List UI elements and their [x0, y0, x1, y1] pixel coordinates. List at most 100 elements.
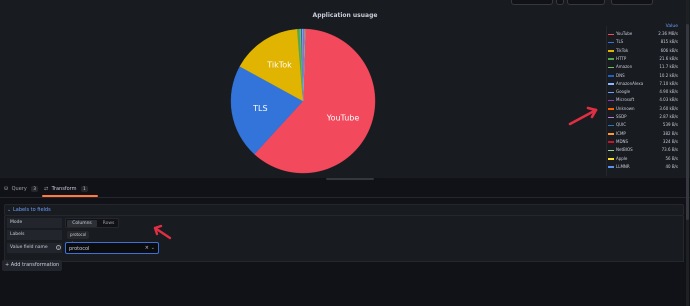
transformation-editor: ⌄ Labels to fields Mode Columns Rows Lab… — [0, 202, 690, 306]
legend-name: LLMNR — [616, 163, 630, 169]
tab-transform-label: Transform — [51, 186, 77, 192]
legend-value: 324 B/s — [662, 138, 678, 144]
annotation-arrow-input — [153, 224, 172, 240]
transformation-title: Labels to fields — [13, 207, 51, 213]
transformation-header[interactable]: ⌄ Labels to fields — [4, 204, 684, 222]
legend-row[interactable]: MDNS 324 B/s — [608, 139, 678, 145]
legend-name: DNS — [616, 72, 625, 78]
legend-row[interactable]: ICMP 382 B/s — [608, 131, 678, 137]
legend-row[interactable]: QUIC 539 B/s — [608, 122, 678, 128]
legend-row[interactable]: SSDP 2.87 kB/s — [608, 114, 678, 120]
legend-swatch — [608, 58, 614, 60]
tab-transform[interactable]: ⇄ Transform 1 — [42, 182, 98, 197]
legend-value: 4.90 kB/s — [659, 89, 678, 95]
legend-row[interactable]: Unknown 3.60 kB/s — [608, 106, 678, 112]
legend-value: 40 B/s — [665, 163, 678, 169]
legend-name: Microsoft — [616, 97, 635, 103]
legend-name: Unknown — [616, 105, 635, 111]
legend-row[interactable]: Microsoft 4.03 kB/s — [608, 97, 678, 103]
value-field-label: Value field name i — [7, 243, 62, 253]
legend-row[interactable]: YouTube 2.36 MB/s — [608, 31, 678, 37]
panel-top-control-mid[interactable] — [556, 0, 564, 5]
tab-query-count: 3 — [31, 186, 38, 192]
legend-name: QUIC — [616, 122, 627, 128]
pane-resize-handle[interactable] — [326, 178, 374, 180]
legend-row[interactable]: LLMNR 40 B/s — [608, 164, 678, 170]
mode-selector: Columns Rows — [65, 218, 119, 228]
editor-tabs: ⛁ Query 3 ⇄ Transform 1 — [0, 178, 690, 198]
label-chip-protocol[interactable]: protocol ✓ — [67, 231, 90, 245]
info-icon[interactable]: i — [56, 245, 61, 250]
legend-row[interactable]: Google 4.90 kB/s — [608, 89, 678, 95]
panel-top-control-left[interactable] — [511, 0, 553, 5]
visualization-panel: Application usuage YouTube TLS TikTok Valu… — [0, 0, 690, 178]
legend-name: NetBIOS — [616, 147, 633, 153]
legend-swatch — [608, 99, 614, 102]
chevron-down-icon[interactable]: ⌄ — [151, 245, 155, 251]
panel-top-control-right[interactable] — [567, 0, 605, 5]
mode-option-rows[interactable]: Rows — [99, 220, 118, 227]
add-transformation-label: Add transformation — [10, 262, 60, 268]
page-scrollbar-thumb[interactable] — [686, 24, 689, 220]
legend-row[interactable]: HTTP 21.6 kB/s — [608, 56, 678, 62]
legend-table: Value YouTube 2.36 MB/s TLS 815 kB/s TikTok 6… — [608, 24, 678, 169]
chevron-down-icon[interactable]: ⌄ — [7, 207, 11, 213]
legend-swatch — [608, 133, 614, 135]
mode-option-columns[interactable]: Columns — [67, 220, 97, 227]
legend-value: 2.87 kB/s — [659, 114, 678, 119]
tab-transform-count: 1 — [81, 186, 88, 192]
legend-value: 11.7 kB/s — [659, 64, 678, 70]
pie-label: YouTube — [326, 113, 360, 122]
add-transformation-button[interactable]: + Add transformation — [2, 260, 63, 271]
legend-value: 10.2 kB/s — [659, 72, 678, 78]
legend-row[interactable]: Apple 56 B/s — [608, 156, 678, 162]
legend-name: AmazonAlexa — [616, 80, 644, 86]
legend-value: 3.60 kB/s — [659, 105, 678, 111]
legend-value: 73.6 B/s — [661, 147, 678, 153]
tab-query-label: Query — [11, 186, 27, 192]
legend-swatch — [608, 108, 614, 110]
legend-row[interactable]: TikTok 606 kB/s — [608, 48, 678, 54]
legend-value: 4.03 kB/s — [659, 97, 678, 103]
value-field-input[interactable] — [69, 245, 139, 252]
database-icon: ⛁ — [4, 186, 9, 192]
panel-top-control-far[interactable] — [611, 0, 653, 5]
legend-swatch — [608, 149, 614, 152]
legend-swatch — [608, 166, 614, 168]
legend-row[interactable]: NetBIOS 73.6 B/s — [608, 147, 678, 153]
tab-query[interactable]: ⛁ Query 3 — [2, 182, 38, 196]
legend-name: HTTP — [616, 55, 627, 61]
legend-header-value[interactable]: Value — [608, 24, 678, 31]
pie-label: TikTok — [266, 61, 292, 70]
legend-row[interactable]: Amazon 11.7 kB/s — [608, 64, 678, 70]
legend-swatch — [608, 33, 614, 35]
legend-swatch — [608, 75, 614, 77]
labels-label: Labels — [7, 230, 62, 240]
legend-name: ICMP — [616, 130, 626, 136]
pie-chart-svg: YouTube TLS TikTok — [230, 28, 376, 174]
transform-icon: ⇄ — [44, 186, 49, 192]
transformation-actions — [612, 207, 677, 222]
legend-name: Apple — [616, 155, 628, 161]
legend-swatch — [608, 41, 614, 44]
legend-divider — [606, 26, 607, 176]
legend-row[interactable]: TLS 815 kB/s — [608, 39, 678, 45]
annotation-arrow-legend — [568, 106, 598, 126]
legend-value: 606 kB/s — [660, 47, 678, 53]
clear-icon[interactable]: × — [145, 245, 149, 251]
value-field-label-text: Value field name — [10, 245, 48, 250]
legend-row[interactable]: DNS 10.2 kB/s — [608, 73, 678, 79]
legend-name: TikTok — [616, 47, 629, 53]
legend-name: YouTube — [616, 31, 633, 36]
legend-swatch — [608, 66, 614, 69]
legend-name: TLS — [616, 39, 624, 45]
legend-swatch — [608, 83, 614, 85]
value-field-select[interactable]: × ⌄ — [65, 242, 159, 254]
legend-value: 21.6 kB/s — [659, 55, 678, 61]
mode-label: Mode — [7, 218, 62, 228]
label-chip-text: protocol — [70, 232, 87, 237]
transformation-form: Mode Columns Rows Labels protocol ✓ Valu… — [4, 216, 684, 262]
legend-row[interactable]: AmazonAlexa 7.10 kB/s — [608, 81, 678, 87]
legend-name: SSDP — [616, 114, 627, 119]
legend-value: 815 kB/s — [660, 39, 678, 45]
